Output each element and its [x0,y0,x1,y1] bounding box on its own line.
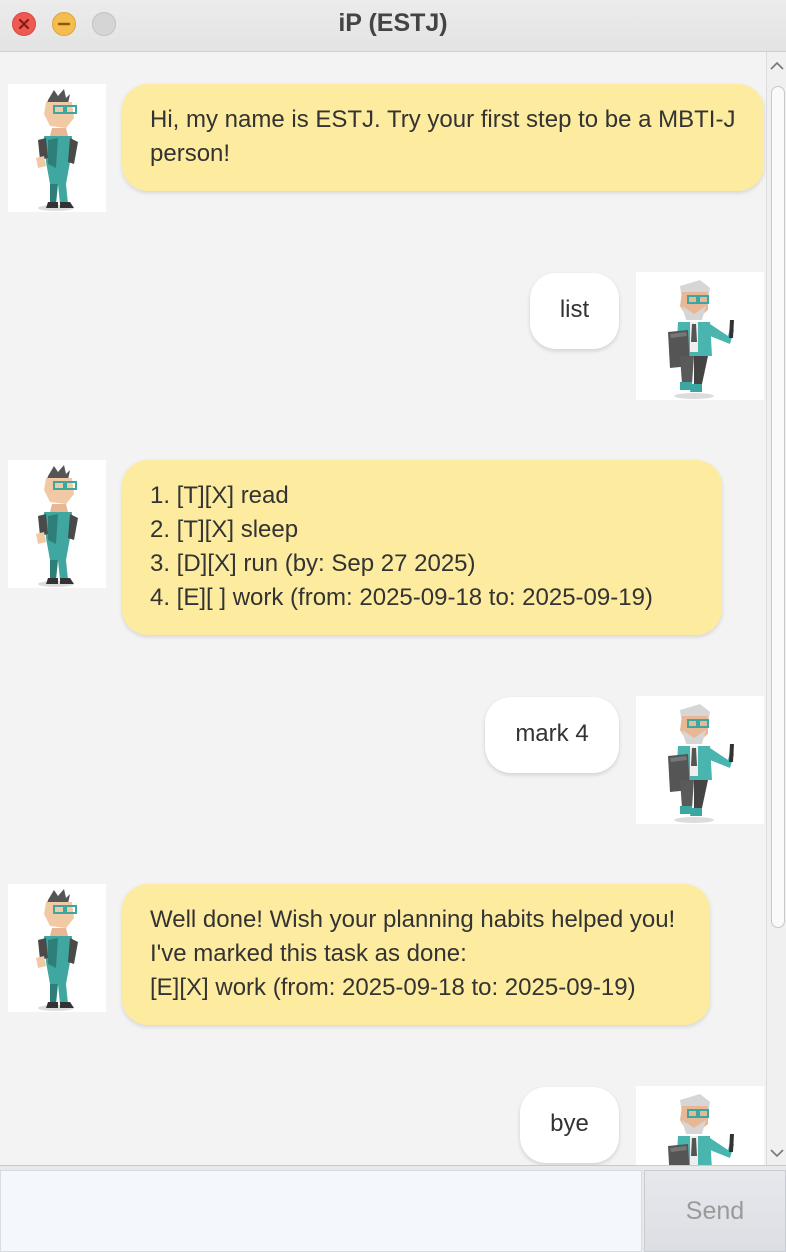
user-character-icon [668,280,734,399]
user-avatar [636,272,764,400]
user-avatar [636,696,764,824]
window-title: iP (ESTJ) [338,9,448,37]
scroll-up-icon[interactable] [767,54,786,78]
user-character-icon [668,704,734,823]
user-message-bubble: mark 4 [485,697,619,773]
bot-message-bubble: Hi, my name is ESTJ. Try your first step… [122,84,764,191]
bot-avatar [8,84,106,212]
input-bar: Send [0,1165,786,1252]
dialog-container[interactable]: Hi, my name is ESTJ. Try your first step… [0,52,766,1165]
bot-character-icon [36,889,78,1011]
bot-character-icon [36,465,78,587]
send-button[interactable]: Send [644,1170,786,1252]
user-character-icon [668,1094,734,1165]
scrollbar-thumb[interactable] [771,86,785,928]
bot-message-bubble: Well done! Wish your planning habits hel… [122,884,710,1025]
scroll-down-icon[interactable] [767,1141,786,1165]
bot-character-icon [36,89,78,211]
vertical-scrollbar[interactable] [766,52,786,1165]
user-message-bubble: list [530,273,619,349]
bot-message-bubble: 1. [T][X] read 2. [T][X] sleep 3. [D][X]… [122,460,722,635]
user-avatar [636,1086,764,1165]
bot-avatar [8,460,106,588]
bot-avatar [8,884,106,1012]
message-input[interactable] [0,1170,642,1252]
user-message-bubble: bye [520,1087,619,1163]
title-bar: iP (ESTJ) [0,0,786,52]
